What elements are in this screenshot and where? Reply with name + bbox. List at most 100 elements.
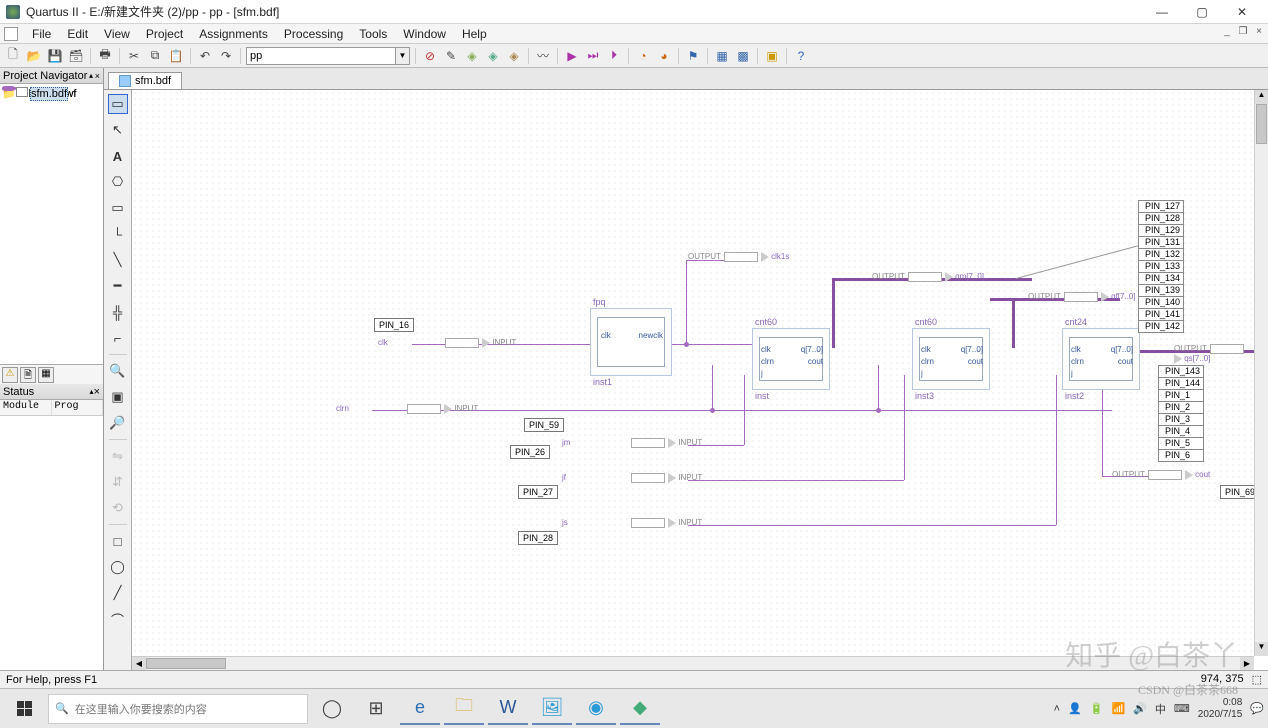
quartus-icon[interactable]: ◆ — [620, 693, 660, 725]
tray-ime[interactable]: 中 — [1155, 701, 1166, 717]
tray-chevron-icon[interactable]: ˄ — [1054, 703, 1060, 715]
input-clrn[interactable]: INPUT — [404, 404, 478, 414]
menu-project[interactable]: Project — [138, 25, 191, 43]
menu-window[interactable]: Window — [395, 25, 454, 43]
tool-block-icon[interactable]: ▭ — [108, 198, 128, 218]
cut-button[interactable]: ✂ — [125, 47, 143, 65]
timing2-icon[interactable]: ◕ — [655, 47, 673, 65]
status-close-icon[interactable]: × — [94, 386, 100, 398]
tray-wifi-icon[interactable]: 📶 — [1112, 702, 1126, 715]
pin-28[interactable]: PIN_28 — [518, 531, 558, 545]
schematic-canvas[interactable]: INPUT clk INPUT clrn INPUT jm INPUT jf I… — [132, 90, 1254, 656]
tool-pencil-icon[interactable]: ✎ — [442, 47, 460, 65]
menu-tools[interactable]: Tools — [351, 25, 395, 43]
vscroll-thumb[interactable] — [1256, 104, 1267, 144]
tool-orthline-icon[interactable]: └ — [108, 224, 128, 244]
timing1-icon[interactable]: ◔ — [634, 47, 652, 65]
mdi-close-icon[interactable]: × — [1252, 25, 1266, 39]
project-tree[interactable]: 📁 Files fpq.v cnt60.v cnt60.vwf cnt24.v … — [0, 84, 103, 364]
output-qs[interactable]: OUTPUT qs[7..0] — [1174, 344, 1254, 364]
tool-symbol-icon[interactable]: ⎔ — [108, 172, 128, 192]
pin-27[interactable]: PIN_27 — [518, 485, 558, 499]
block-cnt24[interactable]: cnt24 clk clrn j q[7..0] cout inst2 — [1062, 328, 1140, 390]
menu-processing[interactable]: Processing — [276, 25, 351, 43]
tool-conduit-icon[interactable]: ╬ — [108, 302, 128, 322]
panel-pin-icon[interactable]: ▴ — [89, 71, 93, 80]
tool-oval-icon[interactable]: ◯ — [108, 557, 128, 577]
tray-keyboard-icon[interactable]: ⌨ — [1174, 702, 1190, 715]
chip-tab-icon[interactable]: ▦ — [38, 367, 54, 383]
tool-find-icon[interactable]: 🔎 — [108, 413, 128, 433]
tool-wave-icon[interactable]: 〰 — [534, 47, 552, 65]
cortana-icon[interactable]: ◯ — [312, 693, 352, 725]
menu-view[interactable]: View — [96, 25, 138, 43]
tool-rect-icon[interactable]: □ — [108, 531, 128, 551]
input-jm[interactable]: INPUT — [628, 438, 702, 448]
word-icon[interactable]: W — [488, 693, 528, 725]
stop-button[interactable]: ⊘ — [421, 47, 439, 65]
new-button[interactable]: 🗋 — [4, 47, 22, 65]
menu-edit[interactable]: Edit — [59, 25, 96, 43]
paste-button[interactable]: 📋 — [167, 47, 185, 65]
saveall-button[interactable]: 🗃 — [67, 47, 85, 65]
pkg-icon[interactable]: ▣ — [763, 47, 781, 65]
chevron-down-icon[interactable]: ▼ — [396, 47, 410, 65]
project-combo-input[interactable] — [246, 47, 396, 65]
flag-icon[interactable]: ⚑ — [684, 47, 702, 65]
tool-rotate-icon[interactable]: ⟲ — [108, 498, 128, 518]
run-step-button[interactable]: ⏭ — [584, 47, 602, 65]
help-icon[interactable]: ? — [792, 47, 810, 65]
tool-line-icon[interactable]: ╱ — [108, 583, 128, 603]
scroll-left-icon[interactable]: ◀ — [132, 657, 146, 670]
app5-icon[interactable]: ◉ — [576, 693, 616, 725]
scroll-down-icon[interactable]: ▼ — [1255, 642, 1268, 656]
run-button[interactable]: ▶ — [563, 47, 581, 65]
tool-fullscreen-icon[interactable]: ▣ — [108, 387, 128, 407]
start-button[interactable] — [4, 693, 44, 725]
system-tray[interactable]: ˄ 👤 🔋 📶 🔊 中 ⌨ 0:08 2020/7/15 💬 — [1054, 697, 1264, 721]
tool-bus-icon[interactable]: ━ — [108, 276, 128, 296]
tool-partial-icon[interactable]: ⌐ — [108, 328, 128, 348]
tool-flip-h-icon[interactable]: ⇋ — [108, 446, 128, 466]
tray-notifications-icon[interactable]: 💬 — [1250, 702, 1264, 715]
vertical-scrollbar[interactable]: ▲ ▼ — [1254, 90, 1268, 656]
output-cout[interactable]: OUTPUT cout — [1112, 470, 1210, 480]
warn-tab-icon[interactable]: ⚠ — [2, 367, 18, 383]
close-button[interactable]: ✕ — [1222, 1, 1262, 23]
tool-select-rect-icon[interactable]: ▭ — [108, 94, 128, 114]
tool-pointer-icon[interactable]: ↖ — [108, 120, 128, 140]
mdi-min-icon[interactable]: _ — [1220, 25, 1234, 39]
save-button[interactable]: 💾 — [46, 47, 64, 65]
pin-59[interactable]: PIN_59 — [524, 418, 564, 432]
pin-26[interactable]: PIN_26 — [510, 445, 550, 459]
tool-flip-v-icon[interactable]: ⇵ — [108, 472, 128, 492]
photos-icon[interactable]: 🖼 — [532, 693, 572, 725]
output-clk1s[interactable]: OUTPUT clk1s — [688, 252, 789, 262]
input-js[interactable]: INPUT — [628, 518, 702, 528]
tool-diamond1-icon[interactable]: ◈ — [463, 47, 481, 65]
chip2-icon[interactable]: ▩ — [734, 47, 752, 65]
menu-assignments[interactable]: Assignments — [191, 25, 276, 43]
block-cnt60-1[interactable]: cnt60 clk clrn j q[7..0] cout inst — [752, 328, 830, 390]
redo-button[interactable]: ↷ — [217, 47, 235, 65]
hscroll-thumb[interactable] — [146, 658, 226, 669]
pinlist-upper[interactable]: PIN_127PIN_128PIN_129PIN_131PIN_132PIN_1… — [1138, 200, 1184, 333]
tool-zoom-icon[interactable]: 🔍 — [108, 361, 128, 381]
open-button[interactable]: 📂 — [25, 47, 43, 65]
output-qf[interactable]: OUTPUT qf[7..0] — [1028, 292, 1136, 302]
chip1-icon[interactable]: ▦ — [713, 47, 731, 65]
input-jf[interactable]: INPUT — [628, 473, 702, 483]
tray-people-icon[interactable]: 👤 — [1068, 702, 1082, 715]
menu-help[interactable]: Help — [454, 25, 495, 43]
maximize-button[interactable]: ▢ — [1182, 1, 1222, 23]
run-skip-button[interactable]: ⏵ — [605, 47, 623, 65]
scroll-up-icon[interactable]: ▲ — [1255, 90, 1268, 104]
menu-file[interactable]: File — [24, 25, 59, 43]
block-cnt60-2[interactable]: cnt60 clk clrn j q[7..0] cout inst3 — [912, 328, 990, 390]
horizontal-scrollbar[interactable]: ◀ ▶ — [132, 656, 1254, 670]
input-clk[interactable]: INPUT — [442, 338, 516, 348]
copy-button[interactable]: ⧉ — [146, 47, 164, 65]
tool-text-icon[interactable]: A — [108, 146, 128, 166]
output-qm[interactable]: OUTPUT qm[7..0] — [872, 272, 984, 282]
taskbar-search[interactable]: 🔍 在这里输入你要搜索的内容 — [48, 694, 308, 724]
